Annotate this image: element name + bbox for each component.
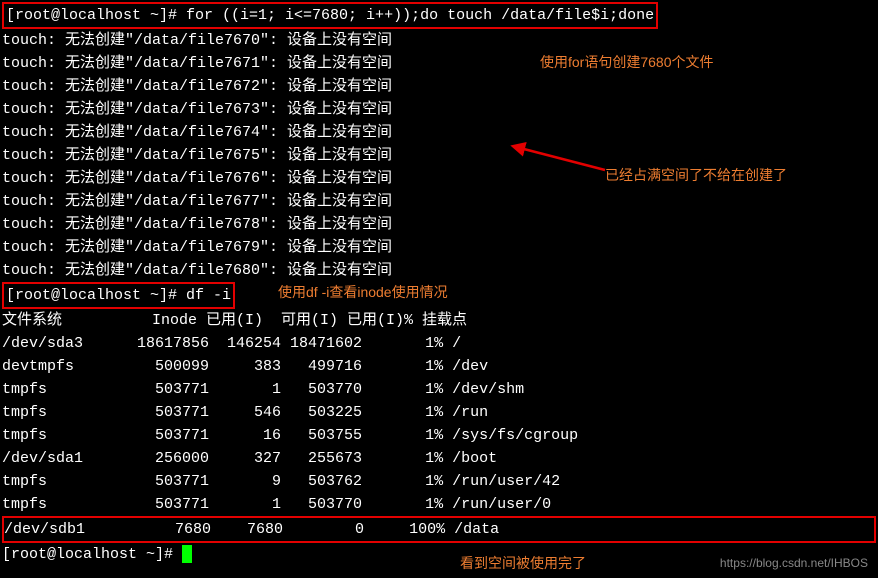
touch-error-line: touch: 无法创建"/data/file7677": 设备上没有空间: [2, 190, 876, 213]
df-row: tmpfs 503771 546 503225 1% /run: [2, 401, 876, 424]
df-row: tmpfs 503771 1 503770 1% /run/user/0: [2, 493, 876, 516]
touch-error-line: touch: 无法创建"/data/file7675": 设备上没有空间: [2, 144, 876, 167]
annotation-used-up: 看到空间被使用完了: [460, 553, 586, 573]
touch-error-line: touch: 无法创建"/data/file7673": 设备上没有空间: [2, 98, 876, 121]
command-line-1: [root@localhost ~]# for ((i=1; i<=7680; …: [2, 2, 876, 29]
df-header: 文件系统 Inode 已用(I) 可用(I) 已用(I)% 挂载点: [2, 309, 876, 332]
prompt-text: [root@localhost ~]#: [2, 546, 182, 563]
df-row: devtmpfs 500099 383 499716 1% /dev: [2, 355, 876, 378]
touch-error-line: touch: 无法创建"/data/file7679": 设备上没有空间: [2, 236, 876, 259]
touch-error-line: touch: 无法创建"/data/file7674": 设备上没有空间: [2, 121, 876, 144]
touch-error-line: touch: 无法创建"/data/file7680": 设备上没有空间: [2, 259, 876, 282]
watermark-text: https://blog.csdn.net/IHBOS: [720, 556, 868, 570]
command-2: df -i: [186, 287, 231, 304]
touch-error-line: touch: 无法创建"/data/file7672": 设备上没有空间: [2, 75, 876, 98]
df-row: /dev/sda3 18617856 146254 18471602 1% /: [2, 332, 876, 355]
annotation-space-full: 已经占满空间了不给在创建了: [605, 165, 787, 185]
df-row: /dev/sda1 256000 327 255673 1% /boot: [2, 447, 876, 470]
touch-error-line: touch: 无法创建"/data/file7671": 设备上没有空间: [2, 52, 876, 75]
prompt-text: [root@localhost ~]#: [6, 287, 186, 304]
command-1: for ((i=1; i<=7680; i++));do touch /data…: [186, 7, 654, 24]
df-row: tmpfs 503771 1 503770 1% /dev/shm: [2, 378, 876, 401]
df-row: tmpfs 503771 16 503755 1% /sys/fs/cgroup: [2, 424, 876, 447]
annotation-df-cmd: 使用df -i查看inode使用情况: [278, 282, 448, 302]
prompt-text: [root@localhost ~]#: [6, 7, 186, 24]
df-row-highlighted: /dev/sdb1 7680 7680 0 100% /data: [2, 516, 876, 543]
touch-error-line: touch: 无法创建"/data/file7678": 设备上没有空间: [2, 213, 876, 236]
touch-error-line: touch: 无法创建"/data/file7670": 设备上没有空间: [2, 29, 876, 52]
df-row: tmpfs 503771 9 503762 1% /run/user/42: [2, 470, 876, 493]
cursor[interactable]: [182, 545, 192, 563]
annotation-for-loop: 使用for语句创建7680个文件: [540, 52, 713, 72]
